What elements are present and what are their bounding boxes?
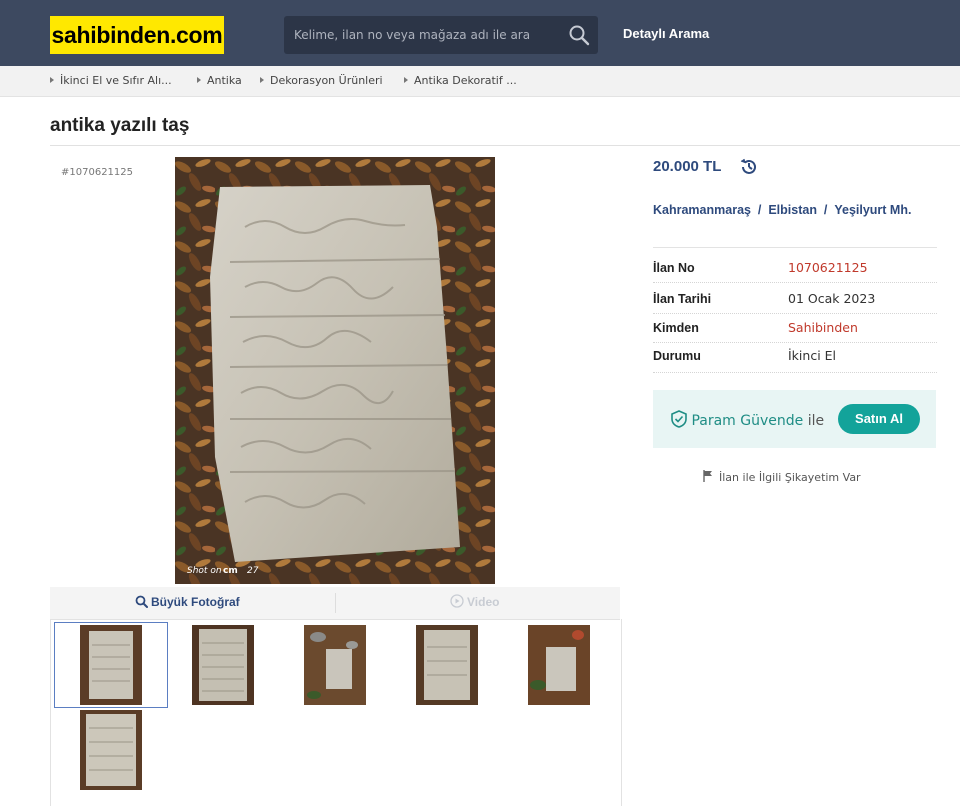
top-header: sahibinden.com Detaylı Arama [0,0,960,66]
thumbnail[interactable] [167,623,279,707]
video-label: Video [467,595,500,609]
large-photo-label: Büyük Fotoğraf [151,595,240,609]
caret-right-icon [404,77,408,83]
info-row-from: Kimden Sahibinden [653,314,937,343]
divider [653,247,937,248]
location-neighborhood[interactable]: Yeşilyurt Mh. [834,203,911,217]
complaint-label: İlan ile İlgili Şikayetim Var [719,471,861,484]
video-tab[interactable]: Video [450,594,499,609]
info-value: İkinci El [788,348,837,363]
breadcrumb: İkinci El ve Sıfır Alı... Antika Dekoras… [0,66,960,97]
info-key: Durumu [653,349,701,363]
thumbnail[interactable] [279,623,391,707]
info-row-condition: Durumu İkinci El [653,342,937,373]
main-photo[interactable]: Shot on cm 27 [175,157,495,584]
listing-id-label: #1070621125 [61,167,134,178]
info-row-listing-date: İlan Tarihi 01 Ocak 2023 [653,285,937,314]
flag-icon [703,470,712,482]
breadcrumb-item[interactable]: Antika Dekoratif ... [404,74,517,87]
detailed-search-link[interactable]: Detaylı Arama [623,26,709,41]
site-logo[interactable]: sahibinden.com [50,16,224,54]
play-icon [450,594,464,608]
tab-divider [335,593,336,613]
thumbnail-strip [50,619,622,806]
search-box [284,16,598,54]
divider [50,145,960,146]
info-row-listing-no: İlan No 1070621125 [653,254,937,283]
photo-watermark: Shot on [187,566,222,576]
secure-payment-text: Param Güvende ile [671,410,824,429]
svg-text:cm: cm [223,566,238,576]
breadcrumb-item[interactable]: Antika [197,74,242,87]
secure-payment-box: Param Güvende ile Satın Al [653,390,936,448]
page-title: antika yazılı taş [50,115,190,136]
breadcrumb-item[interactable]: Dekorasyon Ürünleri [260,74,383,87]
breadcrumb-label: Antika [207,74,242,87]
thumbnail[interactable] [391,623,503,707]
location: Kahramanmaraş / Elbistan / Yeşilyurt Mh. [653,203,912,217]
thumbnail[interactable] [54,622,168,708]
breadcrumb-label: Antika Dekoratif ... [414,74,517,87]
photo-watermark-brand: 27 [247,566,259,576]
caret-right-icon [50,77,54,83]
complaint-link[interactable]: İlan ile İlgili Şikayetim Var [703,470,861,484]
search-input[interactable] [284,16,554,54]
shield-check-icon [671,410,687,428]
breadcrumb-label: İkinci El ve Sıfır Alı... [60,74,172,87]
info-key: Kimden [653,321,699,335]
price: 20.000 TL [653,158,722,175]
magnifier-icon [135,595,148,608]
thumbnail[interactable] [55,708,167,792]
location-city[interactable]: Kahramanmaraş [653,203,751,217]
caret-right-icon [260,77,264,83]
info-value: 1070621125 [788,260,868,275]
secure-ile: ile [807,413,825,429]
info-key: İlan No [653,261,695,275]
search-icon[interactable] [568,24,590,46]
secure-brand: Param Güvende [691,413,804,429]
buy-button[interactable]: Satın Al [838,404,920,434]
info-value: Sahibinden [788,320,858,335]
info-key: İlan Tarihi [653,292,712,306]
large-photo-tab[interactable]: Büyük Fotoğraf [135,595,240,609]
thumbnail[interactable] [503,623,615,707]
breadcrumb-item[interactable]: İkinci El ve Sıfır Alı... [50,74,172,87]
photo-tabs: Büyük Fotoğraf Video [50,587,620,620]
location-district[interactable]: Elbistan [768,203,817,217]
caret-right-icon [197,77,201,83]
breadcrumb-label: Dekorasyon Ürünleri [270,74,383,87]
info-value: 01 Ocak 2023 [788,291,876,306]
price-history-icon[interactable] [739,157,759,181]
